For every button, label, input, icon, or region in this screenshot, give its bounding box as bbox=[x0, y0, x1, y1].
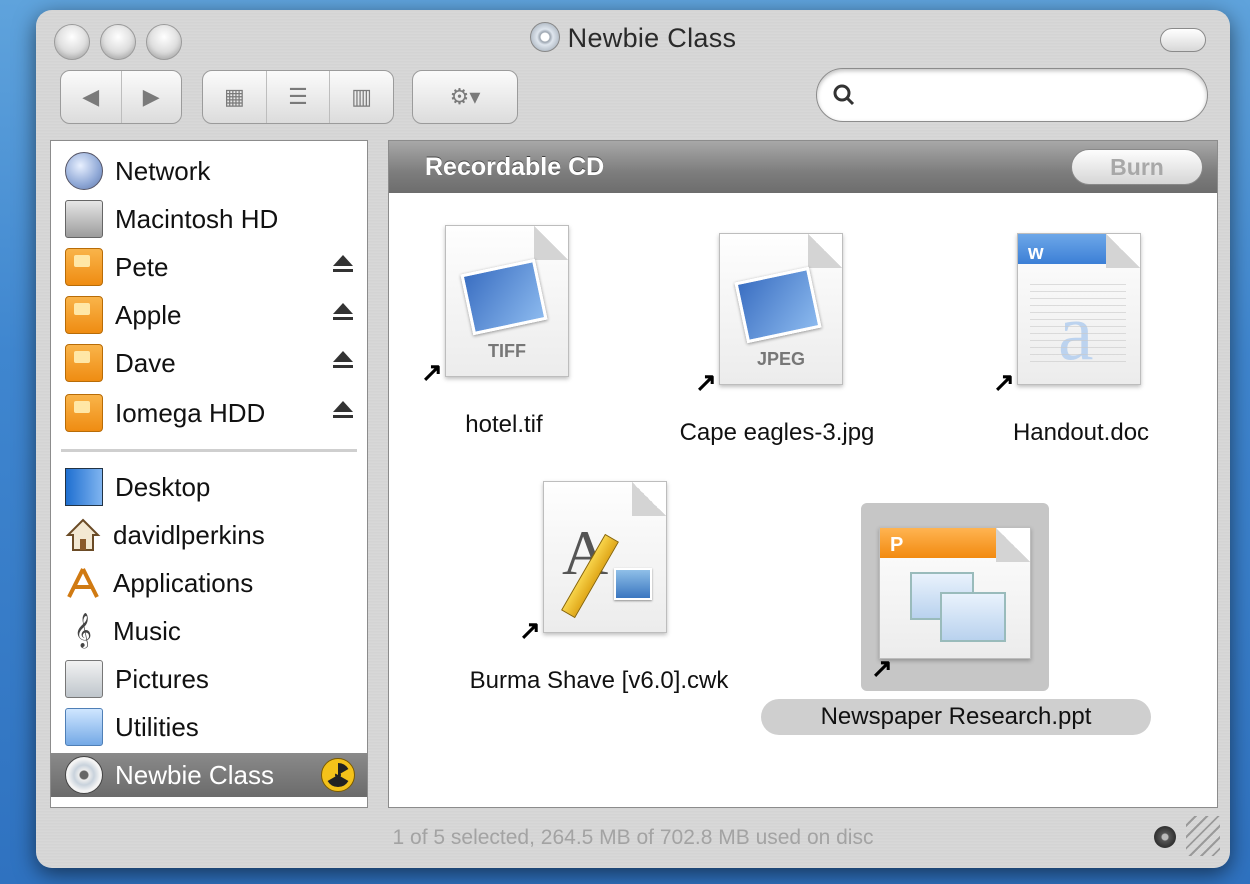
sidebar-item-apple[interactable]: Apple bbox=[51, 293, 367, 337]
forward-button[interactable]: ▶ bbox=[122, 71, 182, 123]
sidebar-item-pete[interactable]: Pete bbox=[51, 245, 367, 289]
sidebar-item-pictures[interactable]: Pictures bbox=[51, 657, 367, 701]
sidebar-item-applications[interactable]: Applications bbox=[51, 561, 367, 605]
sidebar: Network Macintosh HD Pete Apple Dave Iom… bbox=[50, 140, 368, 808]
search-icon bbox=[833, 84, 855, 106]
file-item-handout-doc[interactable]: w a Handout.doc bbox=[981, 233, 1181, 463]
utilities-folder-icon bbox=[65, 708, 103, 746]
eject-icon[interactable] bbox=[333, 303, 353, 323]
alias-arrow-icon bbox=[695, 367, 717, 398]
back-button[interactable]: ◀ bbox=[61, 71, 122, 123]
search-input[interactable] bbox=[865, 82, 1207, 108]
icon-view-icon: ▦ bbox=[223, 84, 245, 109]
list-view-button[interactable]: ☰ bbox=[267, 71, 331, 123]
window-title: Newbie Class bbox=[36, 22, 1230, 54]
shared-drive-icon bbox=[65, 248, 103, 286]
forward-arrow-icon: ▶ bbox=[142, 84, 160, 109]
sidebar-item-home[interactable]: davidlperkins bbox=[51, 513, 367, 557]
home-icon bbox=[65, 517, 101, 553]
appleworks-document-icon: A bbox=[543, 481, 667, 633]
shared-drive-icon bbox=[65, 394, 103, 432]
pictures-icon bbox=[65, 660, 103, 698]
sidebar-item-utilities[interactable]: Utilities bbox=[51, 705, 367, 749]
shared-drive-icon bbox=[65, 344, 103, 382]
column-view-button[interactable]: ▥ bbox=[330, 71, 393, 123]
file-browser: Recordable CD Burn TIFF hotel.tif JPEG C… bbox=[388, 140, 1218, 808]
burn-button[interactable]: Burn bbox=[1071, 149, 1203, 185]
alias-arrow-icon bbox=[519, 615, 541, 646]
resize-grip-icon[interactable] bbox=[1186, 816, 1220, 856]
network-globe-icon bbox=[65, 152, 103, 190]
image-document-icon: TIFF bbox=[445, 225, 569, 377]
toolbar-toggle-button[interactable] bbox=[1160, 28, 1206, 52]
word-document-icon: w a bbox=[1017, 233, 1141, 385]
sidebar-item-macintosh-hd[interactable]: Macintosh HD bbox=[51, 197, 367, 241]
recordable-cd-header: Recordable CD Burn bbox=[389, 141, 1217, 193]
cd-title-icon bbox=[529, 22, 560, 52]
burn-status-icon bbox=[1154, 826, 1176, 848]
finder-window: Newbie Class ◀ ▶ ▦ ☰ ▥ ⚙▾ Network Macint… bbox=[36, 10, 1230, 868]
sidebar-item-dave[interactable]: Dave bbox=[51, 341, 367, 385]
burn-radiation-icon[interactable] bbox=[321, 758, 355, 792]
shared-drive-icon bbox=[65, 296, 103, 334]
sidebar-item-music[interactable]: 𝄞 Music bbox=[51, 609, 367, 653]
sidebar-item-network[interactable]: Network bbox=[51, 149, 367, 193]
list-view-icon: ☰ bbox=[288, 84, 308, 109]
back-forward-control: ◀ ▶ bbox=[60, 70, 182, 124]
alias-arrow-icon bbox=[871, 653, 893, 684]
cd-disc-icon bbox=[65, 756, 103, 794]
applications-icon bbox=[65, 565, 101, 601]
eject-icon[interactable] bbox=[333, 401, 353, 421]
sidebar-item-newbie-class[interactable]: Newbie Class bbox=[51, 753, 367, 797]
powerpoint-document-icon: P bbox=[879, 527, 1031, 659]
search-field[interactable] bbox=[816, 68, 1208, 122]
desktop-icon bbox=[65, 468, 103, 506]
column-view-icon: ▥ bbox=[351, 84, 373, 109]
sidebar-item-iomega-hdd[interactable]: Iomega HDD bbox=[51, 391, 367, 435]
file-item-newspaper-research-ppt[interactable]: P Newspaper Research.ppt bbox=[761, 503, 1151, 743]
file-item-hotel-tif[interactable]: TIFF hotel.tif bbox=[409, 225, 599, 455]
file-item-burma-shave-cwk[interactable]: A Burma Shave [v6.0].cwk bbox=[409, 481, 789, 711]
status-bar: 1 of 5 selected, 264.5 MB of 702.8 MB us… bbox=[36, 808, 1230, 868]
hard-disk-icon bbox=[65, 200, 103, 238]
eject-icon[interactable] bbox=[333, 351, 353, 371]
back-arrow-icon: ◀ bbox=[82, 84, 100, 109]
action-menu-button[interactable]: ⚙▾ bbox=[412, 70, 518, 124]
file-item-cape-eagles-jpg[interactable]: JPEG Cape eagles-3.jpg bbox=[647, 233, 907, 463]
sidebar-item-desktop[interactable]: Desktop bbox=[51, 465, 367, 509]
gear-icon: ⚙▾ bbox=[449, 84, 481, 109]
alias-arrow-icon bbox=[421, 357, 443, 388]
icon-view-button[interactable]: ▦ bbox=[203, 71, 267, 123]
image-document-icon: JPEG bbox=[719, 233, 843, 385]
eject-icon[interactable] bbox=[333, 255, 353, 275]
sidebar-divider[interactable] bbox=[61, 449, 357, 452]
view-control: ▦ ☰ ▥ bbox=[202, 70, 394, 124]
music-icon: 𝄞 bbox=[74, 614, 92, 647]
alias-arrow-icon bbox=[993, 367, 1015, 398]
